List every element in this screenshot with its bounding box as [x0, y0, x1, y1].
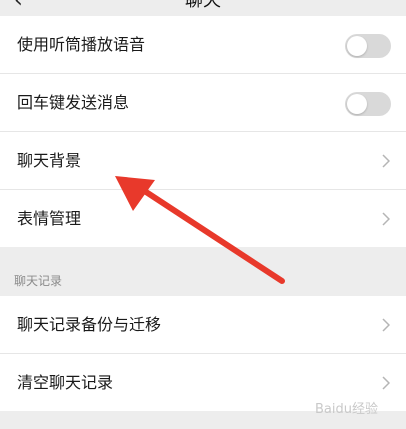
toggle-knob — [347, 94, 367, 114]
section-title-chat-history: 聊天记录 — [14, 274, 63, 288]
backup-migrate-label: 聊天记录备份与迁移 — [17, 315, 162, 334]
nav-header: ‹ 聊天 — [0, 0, 406, 16]
chevron-right-icon — [382, 376, 390, 390]
chevron-right-icon — [382, 318, 390, 332]
chevron-right-icon — [382, 212, 390, 226]
toggle-knob — [347, 36, 367, 56]
earpiece-voice-label: 使用听筒播放语音 — [17, 35, 146, 54]
backup-migrate-row[interactable]: 聊天记录备份与迁移 — [0, 296, 406, 354]
chat-background-row[interactable]: 聊天背景 — [0, 132, 406, 190]
enter-send-row[interactable]: 回车键发送消息 — [0, 74, 406, 132]
clear-history-label: 清空聊天记录 — [17, 373, 114, 392]
enter-send-label: 回车键发送消息 — [17, 93, 130, 112]
sticker-management-label: 表情管理 — [17, 209, 82, 228]
earpiece-voice-row[interactable]: 使用听筒播放语音 — [0, 16, 406, 74]
sticker-management-row[interactable]: 表情管理 — [0, 190, 406, 247]
earpiece-voice-toggle[interactable] — [345, 34, 391, 58]
settings-group: 使用听筒播放语音 回车键发送消息 聊天背景 表情管理 — [0, 16, 406, 247]
page-title: 聊天 — [185, 0, 221, 11]
enter-send-toggle[interactable] — [345, 92, 391, 116]
baidu-watermark: Baidu经验 — [315, 402, 378, 417]
history-group: 聊天记录备份与迁移 清空聊天记录 — [0, 296, 406, 411]
chat-background-label: 聊天背景 — [17, 151, 82, 170]
chevron-right-icon — [382, 154, 390, 168]
